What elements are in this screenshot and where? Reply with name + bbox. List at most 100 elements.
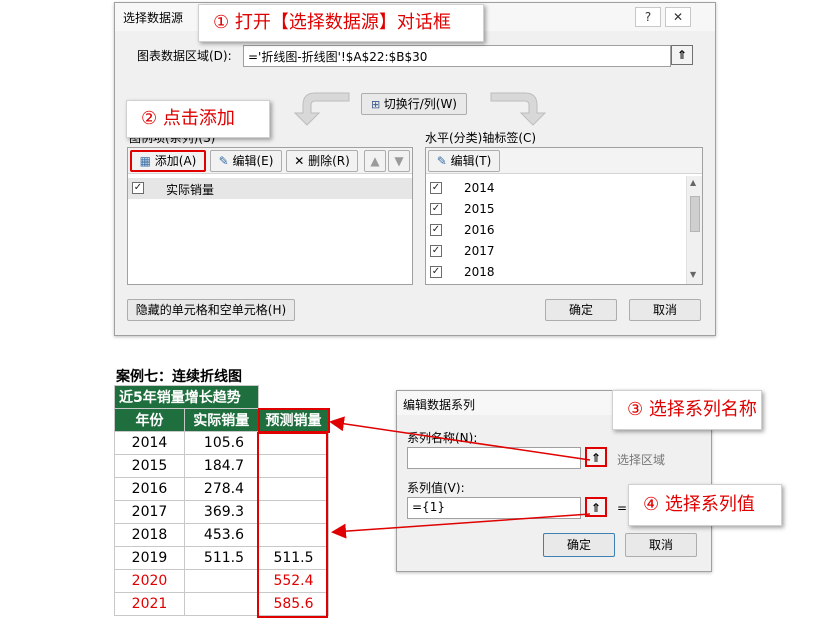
callout-open-dialog: ① 打开【选择数据源】对话框 xyxy=(198,4,484,42)
help-icon[interactable]: ? xyxy=(635,7,661,27)
forecast-cell[interactable] xyxy=(258,500,329,524)
list-item[interactable]: ✓ 2015 xyxy=(426,199,684,220)
hidden-empty-cells-button[interactable]: 隐藏的单元格和空单元格(H) xyxy=(127,299,295,321)
series-values-collapse-icon[interactable]: ⇑ xyxy=(585,497,607,517)
dialog-title: 编辑数据系列 xyxy=(403,398,476,412)
move-up-icon[interactable]: ▲ xyxy=(364,150,386,172)
column-header-forecast[interactable]: 预测销量 xyxy=(257,407,330,433)
list-item[interactable]: ✓ 2018 xyxy=(426,262,684,283)
actual-cell[interactable]: 369.3 xyxy=(184,500,259,524)
legend-series-panel: ▦ 添加(A) ✎ 编辑(E) ✕ 删除(R) ▲ ▼ ✓ 实际销量 xyxy=(127,147,413,285)
select-data-source-dialog: 选择数据源 ? ✕ 图表数据区域(D): ='折线图-折线图'!$A$22:$B… xyxy=(114,2,716,336)
range-collapse-icon[interactable]: ⇑ xyxy=(671,45,693,65)
column-header-actual[interactable]: 实际销量 xyxy=(184,408,259,432)
checkbox-checked-icon[interactable]: ✓ xyxy=(132,182,144,194)
edit-axis-button[interactable]: ✎ 编辑(T) xyxy=(428,150,500,172)
year-cell[interactable]: 2018 xyxy=(114,523,185,547)
checkbox-checked-icon[interactable]: ✓ xyxy=(430,203,442,215)
actual-cell[interactable]: 184.7 xyxy=(184,454,259,478)
cancel-button[interactable]: 取消 xyxy=(629,299,701,321)
table-row: 2017 369.3 xyxy=(114,500,329,524)
forecast-cell[interactable]: 511.5 xyxy=(258,546,329,570)
axis-label: 水平(分类)轴标签(C) xyxy=(425,131,537,145)
axis-labels-panel: ✎ 编辑(T) ✓ 2014 ✓ 2015 ✓ 2016 ✓ 2017 ✓ 2018 ▲ ▼ xyxy=(425,147,703,285)
series-label: 实际销量 xyxy=(166,183,215,197)
checkbox-checked-icon[interactable]: ✓ xyxy=(430,266,442,278)
column-header-year[interactable]: 年份 xyxy=(114,408,185,432)
series-name-input[interactable] xyxy=(407,447,581,469)
actual-cell[interactable] xyxy=(184,592,259,616)
range-label: 图表数据区域(D): xyxy=(137,49,232,63)
year-cell[interactable]: 2019 xyxy=(114,546,185,570)
forecast-cell[interactable]: 585.6 xyxy=(258,592,329,616)
axis-item-label: 2016 xyxy=(464,223,495,237)
delete-series-button[interactable]: ✕ 删除(R) xyxy=(286,150,358,172)
year-cell[interactable]: 2016 xyxy=(114,477,185,501)
add-series-button[interactable]: ▦ 添加(A) xyxy=(130,150,206,172)
list-item[interactable]: ✓ 2016 xyxy=(426,220,684,241)
callout-select-values: ④ 选择系列值 xyxy=(628,484,782,526)
actual-cell[interactable]: 105.6 xyxy=(184,431,259,455)
blank-cell xyxy=(258,385,329,409)
year-cell[interactable]: 2017 xyxy=(114,500,185,524)
series-values-input[interactable]: ={1} xyxy=(407,497,581,519)
edit-series-label: 编辑(E) xyxy=(232,154,274,168)
axis-item-label: 2018 xyxy=(464,265,495,279)
axis-item-label: 2017 xyxy=(464,244,495,258)
ok-button[interactable]: 确定 xyxy=(543,533,615,557)
add-icon: ▦ xyxy=(139,154,155,168)
list-item[interactable]: ✓ 2014 xyxy=(426,178,684,199)
forecast-cell[interactable] xyxy=(258,454,329,478)
scrollbar-thumb[interactable] xyxy=(690,196,700,232)
switch-row-column-button[interactable]: ⊞ 切换行/列(W) xyxy=(361,93,467,115)
switch-icon: ⊞ xyxy=(371,98,384,111)
cancel-button[interactable]: 取消 xyxy=(625,533,697,557)
year-cell[interactable]: 2014 xyxy=(114,431,185,455)
actual-cell[interactable]: 511.5 xyxy=(184,546,259,570)
sales-table: 近5年销量增长趋势 年份 实际销量 预测销量 2014 105.6 2015 184.… xyxy=(114,385,330,616)
callout-select-name: ③ 选择系列名称 xyxy=(612,390,762,430)
table-row: 2014 105.6 xyxy=(114,431,329,455)
checkbox-checked-icon[interactable]: ✓ xyxy=(430,182,442,194)
year-cell[interactable]: 2020 xyxy=(114,569,185,593)
close-icon[interactable]: ✕ xyxy=(665,7,691,27)
switch-row-column-label: 切换行/列(W) xyxy=(383,97,457,111)
checkbox-checked-icon[interactable]: ✓ xyxy=(430,224,442,236)
case-title: 案例七：连续折线图 xyxy=(116,369,242,385)
ok-button[interactable]: 确定 xyxy=(545,299,617,321)
select-range-hint: 选择区域 xyxy=(617,453,666,467)
edit-axis-label: 编辑(T) xyxy=(450,154,492,168)
table-row: 2015 184.7 xyxy=(114,454,329,478)
edit-icon: ✎ xyxy=(436,154,451,168)
delete-icon: ✕ xyxy=(294,154,309,168)
move-down-icon[interactable]: ▼ xyxy=(388,150,410,172)
year-cell[interactable]: 2015 xyxy=(114,454,185,478)
scrollbar[interactable]: ▲ ▼ xyxy=(686,176,702,284)
series-values-label: 系列值(V): xyxy=(407,481,465,495)
dialog-title: 选择数据源 xyxy=(123,11,184,25)
forecast-cell[interactable]: 552.4 xyxy=(258,569,329,593)
forecast-cell[interactable] xyxy=(258,477,329,501)
list-item[interactable]: ✓ 2017 xyxy=(426,241,684,262)
scroll-down-icon[interactable]: ▼ xyxy=(690,270,696,279)
actual-cell[interactable] xyxy=(184,569,259,593)
axis-item-label: 2014 xyxy=(464,181,495,195)
axis-label-list: ✓ 2014 ✓ 2015 ✓ 2016 ✓ 2017 ✓ 2018 xyxy=(426,176,684,284)
add-series-label: 添加(A) xyxy=(154,154,197,168)
chart-range-input[interactable]: ='折线图-折线图'!$A$22:$B$30 xyxy=(243,45,671,67)
table-row: 2016 278.4 xyxy=(114,477,329,501)
scroll-up-icon[interactable]: ▲ xyxy=(690,178,696,187)
actual-cell[interactable]: 453.6 xyxy=(184,523,259,547)
series-name-collapse-icon[interactable]: ⇑ xyxy=(585,447,607,467)
forecast-cell[interactable] xyxy=(258,523,329,547)
actual-cell[interactable]: 278.4 xyxy=(184,477,259,501)
series-name-label: 系列名称(N): xyxy=(407,431,478,445)
checkbox-checked-icon[interactable]: ✓ xyxy=(430,245,442,257)
edit-series-button[interactable]: ✎ 编辑(E) xyxy=(210,150,282,172)
table-row: 2021 585.6 xyxy=(114,592,329,616)
list-item[interactable]: ✓ 实际销量 xyxy=(128,178,412,199)
table-row: 2020 552.4 xyxy=(114,569,329,593)
axis-toolbar: ✎ 编辑(T) xyxy=(426,148,702,174)
forecast-cell[interactable] xyxy=(258,431,329,455)
year-cell[interactable]: 2021 xyxy=(114,592,185,616)
